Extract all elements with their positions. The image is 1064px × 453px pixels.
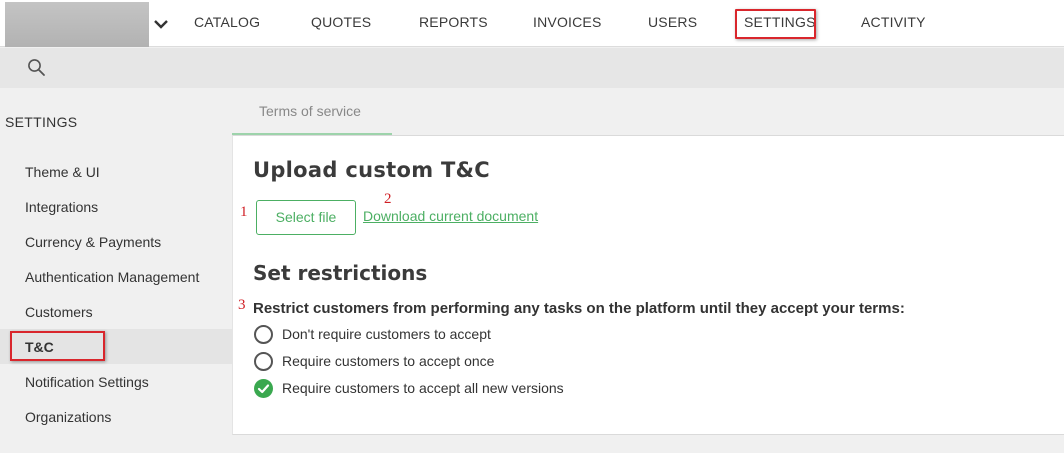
tc-highlight-box [10,331,105,361]
radio-unchecked-icon[interactable] [254,325,273,344]
radio-label: Require customers to accept all new vers… [282,380,564,396]
sidebar-item-authentication-management[interactable]: Authentication Management [25,269,199,285]
chevron-down-icon[interactable] [152,15,170,33]
sidebar-item-customers[interactable]: Customers [25,304,93,320]
search-icon[interactable] [27,58,46,77]
sidebar-item-currency-payments[interactable]: Currency & Payments [25,234,161,250]
annotation-1: 1 [240,204,248,220]
sidebar-item-integrations[interactable]: Integrations [25,199,98,215]
nav-quotes[interactable]: QUOTES [311,14,371,30]
radio-unchecked-icon[interactable] [254,352,273,371]
select-file-button[interactable]: Select file [256,200,356,235]
tab-terms-of-service[interactable]: Terms of service [259,103,361,119]
nav-users[interactable]: USERS [648,14,697,30]
restrictions-heading: Set restrictions [253,261,428,285]
sidebar-item-notification-settings[interactable]: Notification Settings [25,374,149,390]
annotation-2: 2 [384,191,392,207]
sidebar-item-organizations[interactable]: Organizations [25,409,111,425]
nav-reports[interactable]: REPORTS [419,14,488,30]
radio-label: Require customers to accept once [282,353,495,369]
radio-label: Don't require customers to accept [282,326,491,342]
settings-highlight-box [735,9,816,39]
download-current-document-link[interactable]: Download current document [363,208,538,224]
radio-checked-icon[interactable] [254,379,273,398]
upload-heading: Upload custom T&C [253,158,490,182]
search-bar [0,48,1064,88]
nav-activity[interactable]: ACTIVITY [861,14,926,30]
restriction-question: Restrict customers from performing any t… [253,300,905,317]
logo[interactable] [5,2,149,47]
sidebar-item-theme-ui[interactable]: Theme & UI [25,164,100,180]
nav-invoices[interactable]: INVOICES [533,14,602,30]
annotation-3: 3 [238,297,246,313]
sidebar-title: SETTINGS [5,114,78,130]
nav-catalog[interactable]: CATALOG [194,14,260,30]
